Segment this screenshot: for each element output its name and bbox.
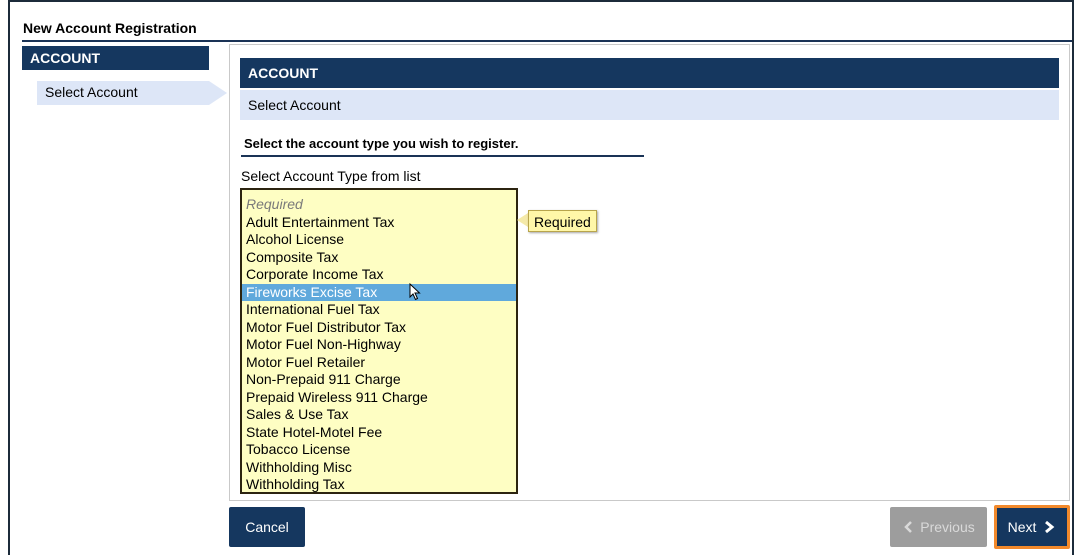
- list-item[interactable]: International Fuel Tax: [242, 301, 516, 319]
- list-item[interactable]: Motor Fuel Non-Highway: [242, 336, 516, 354]
- sidebar-item-select-account[interactable]: Select Account: [37, 81, 209, 105]
- list-placeholder[interactable]: Required: [242, 196, 516, 214]
- list-item[interactable]: Motor Fuel Retailer: [242, 354, 516, 372]
- account-type-label: Select Account Type from list: [241, 168, 421, 184]
- instruction-divider: [241, 155, 644, 157]
- list-item[interactable]: Motor Fuel Distributor Tax: [242, 319, 516, 337]
- tooltip-pointer: [517, 213, 528, 227]
- chevron-right-icon: [1045, 520, 1055, 534]
- list-item[interactable]: Corporate Income Tax: [242, 266, 516, 284]
- list-item[interactable]: Prepaid Wireless 911 Charge: [242, 389, 516, 407]
- list-item[interactable]: Composite Tax: [242, 249, 516, 267]
- required-tooltip: Required: [528, 210, 597, 232]
- cancel-button-label: Cancel: [245, 519, 289, 535]
- list-item[interactable]: Adult Entertainment Tax: [242, 214, 516, 232]
- window-frame-left: [8, 0, 10, 555]
- account-type-listbox[interactable]: Required Adult Entertainment Tax Alcohol …: [240, 188, 518, 494]
- instruction-text: Select the account type you wish to regi…: [244, 136, 519, 151]
- list-item[interactable]: Non-Prepaid 911 Charge: [242, 371, 516, 389]
- sidebar-header: ACCOUNT: [22, 46, 209, 70]
- list-item[interactable]: State Hotel-Motel Fee: [242, 424, 516, 442]
- window-frame-right: [1072, 0, 1074, 555]
- title-divider: [22, 40, 1072, 42]
- sidebar-active-arrow: [209, 81, 227, 105]
- list-item[interactable]: Withholding Misc: [242, 459, 516, 477]
- chevron-left-icon: [904, 521, 913, 533]
- section-header: ACCOUNT: [240, 58, 1059, 88]
- list-item[interactable]: Tobacco License: [242, 441, 516, 459]
- list-item[interactable]: Alcohol License: [242, 231, 516, 249]
- next-button[interactable]: Next: [994, 505, 1070, 549]
- list-item[interactable]: Fireworks Excise Tax: [242, 283, 516, 301]
- section-subheader: Select Account: [240, 90, 1059, 120]
- next-button-label: Next: [1007, 519, 1037, 535]
- account-type-options: Required Adult Entertainment Tax Alcohol …: [242, 190, 516, 492]
- list-item[interactable]: Withholding Tax: [242, 476, 516, 492]
- previous-button[interactable]: Previous: [890, 507, 987, 547]
- list-item[interactable]: Sales & Use Tax: [242, 406, 516, 424]
- mouse-pointer-icon: [409, 283, 421, 301]
- cancel-button[interactable]: Cancel: [229, 507, 305, 547]
- page-title: New Account Registration: [23, 20, 197, 36]
- window-frame-top: [8, 0, 1074, 2]
- previous-button-label: Previous: [920, 519, 975, 535]
